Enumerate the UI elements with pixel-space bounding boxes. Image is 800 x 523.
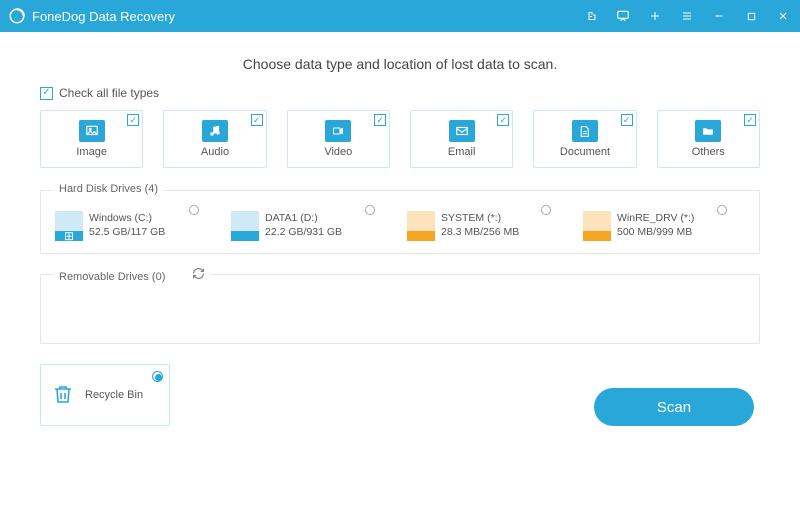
bottom-row: Recycle Bin Scan (40, 364, 760, 426)
type-label: Email (448, 146, 476, 158)
drive-name: SYSTEM (*:) (441, 211, 519, 225)
type-card-others[interactable]: Others (657, 110, 760, 168)
drive-radio[interactable] (717, 205, 727, 215)
type-card-image[interactable]: Image (40, 110, 143, 168)
hdd-section: Hard Disk Drives (4) ⊞ Windows (C:) 52.5… (40, 190, 760, 254)
drive-radio[interactable] (541, 205, 551, 215)
drive-winre[interactable]: WinRE_DRV (*:) 500 MB/999 MB (583, 211, 733, 241)
drive-radio[interactable] (189, 205, 199, 215)
drive-name: WinRE_DRV (*:) (617, 211, 694, 225)
drive-windows-c[interactable]: ⊞ Windows (C:) 52.5 GB/117 GB (55, 211, 205, 241)
titlebar: FoneDog Data Recovery (0, 0, 800, 32)
headline: Choose data type and location of lost da… (40, 56, 760, 72)
drive-radio[interactable] (365, 205, 375, 215)
share-icon[interactable] (582, 7, 600, 25)
drive-icon (583, 211, 611, 241)
trash-icon (51, 381, 75, 410)
scan-button[interactable]: Scan (594, 388, 754, 426)
email-icon (449, 120, 475, 142)
refresh-icon[interactable] (192, 267, 205, 280)
minimize-icon[interactable] (710, 7, 728, 25)
type-label: Others (692, 146, 725, 158)
main-content: Choose data type and location of lost da… (0, 32, 800, 426)
type-checked-icon (374, 114, 386, 126)
recycle-bin-card[interactable]: Recycle Bin (40, 364, 170, 426)
type-checked-icon (127, 114, 139, 126)
drive-icon (407, 211, 435, 241)
type-checked-icon (497, 114, 509, 126)
document-icon (572, 120, 598, 142)
check-all-file-types[interactable]: Check all file types (40, 86, 760, 100)
type-card-audio[interactable]: Audio (163, 110, 266, 168)
drive-name: DATA1 (D:) (265, 211, 342, 225)
removable-section: Removable Drives (0) (40, 274, 760, 344)
type-label: Video (324, 146, 352, 158)
type-card-document[interactable]: Document (533, 110, 636, 168)
drive-size: 22.2 GB/931 GB (265, 225, 342, 239)
drive-system[interactable]: SYSTEM (*:) 28.3 MB/256 MB (407, 211, 557, 241)
hdd-list: ⊞ Windows (C:) 52.5 GB/117 GB DATA1 (D:)… (55, 207, 745, 241)
drive-data1-d[interactable]: DATA1 (D:) 22.2 GB/931 GB (231, 211, 381, 241)
type-checked-icon (621, 114, 633, 126)
recycle-radio-selected[interactable] (152, 371, 163, 382)
drive-icon (231, 211, 259, 241)
drive-size: 28.3 MB/256 MB (441, 225, 519, 239)
drive-size: 500 MB/999 MB (617, 225, 694, 239)
feedback-icon[interactable] (614, 7, 632, 25)
folder-icon (695, 120, 721, 142)
type-label: Document (560, 146, 610, 158)
drive-size: 52.5 GB/117 GB (89, 225, 165, 239)
image-icon (79, 120, 105, 142)
drive-name: Windows (C:) (89, 211, 165, 225)
close-icon[interactable] (774, 7, 792, 25)
hdd-title: Hard Disk Drives (4) (53, 183, 164, 195)
audio-icon (202, 120, 228, 142)
type-card-email[interactable]: Email (410, 110, 513, 168)
menu-icon[interactable] (678, 7, 696, 25)
video-icon (325, 120, 351, 142)
removable-title-text: Removable Drives (0) (59, 271, 165, 283)
check-all-label: Check all file types (59, 86, 159, 100)
type-label: Audio (201, 146, 229, 158)
app-title: FoneDog Data Recovery (32, 9, 582, 24)
check-all-checkbox[interactable] (40, 87, 53, 100)
type-label: Image (76, 146, 107, 158)
type-checked-icon (744, 114, 756, 126)
maximize-icon[interactable] (742, 7, 760, 25)
file-type-row: Image Audio Video Email Document Others (40, 110, 760, 168)
type-checked-icon (251, 114, 263, 126)
drive-icon: ⊞ (55, 211, 83, 241)
type-card-video[interactable]: Video (287, 110, 390, 168)
app-logo-icon (8, 7, 26, 25)
window-controls (582, 7, 792, 25)
removable-title: Removable Drives (0) (53, 267, 211, 283)
plus-icon[interactable] (646, 7, 664, 25)
recycle-label: Recycle Bin (85, 389, 143, 401)
